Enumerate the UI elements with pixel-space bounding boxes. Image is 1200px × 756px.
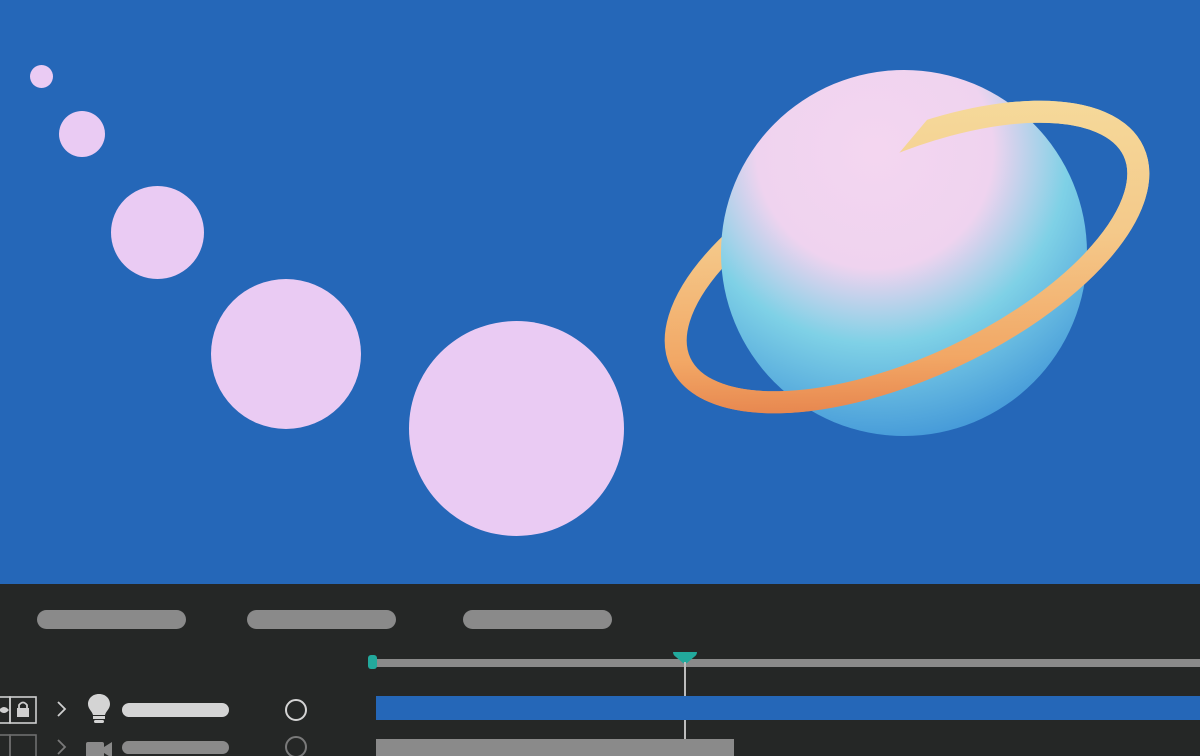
dot-4[interactable] <box>211 279 361 429</box>
layer-1-name[interactable] <box>122 703 229 717</box>
work-area-start-handle[interactable] <box>368 655 377 669</box>
timeline-panel <box>0 584 1200 756</box>
layer-1-bar[interactable] <box>376 696 1200 720</box>
unlocked-icon[interactable] <box>9 734 37 756</box>
dot-2[interactable] <box>59 111 105 157</box>
dot-1[interactable] <box>30 65 53 88</box>
layer-2-bar[interactable] <box>376 739 734 756</box>
dot-3[interactable] <box>111 186 204 279</box>
eye-icon[interactable] <box>0 696 11 724</box>
time-ruler[interactable] <box>370 659 1200 667</box>
layer-2-name[interactable] <box>122 741 229 754</box>
layer-1-expand-chevron-icon[interactable] <box>54 699 68 719</box>
layer-1-parent-pickwhip[interactable] <box>285 699 307 721</box>
layer-2-expand-chevron-icon[interactable] <box>54 737 68 756</box>
layer-2-parent-pickwhip[interactable] <box>285 736 307 756</box>
composition-canvas[interactable] <box>0 0 1200 584</box>
camera-icon <box>86 742 112 756</box>
panel-tab-3[interactable] <box>463 610 612 629</box>
light-bulb-icon <box>88 694 110 723</box>
eye-off-icon[interactable] <box>0 734 11 756</box>
layer-2-switches <box>0 734 37 756</box>
app-window <box>0 0 1200 756</box>
panel-tab-1[interactable] <box>37 610 186 629</box>
panel-tab-2[interactable] <box>247 610 396 629</box>
dot-5[interactable] <box>409 321 624 536</box>
ringed-planet[interactable] <box>650 60 1170 460</box>
layer-1-switches <box>0 696 37 724</box>
lock-icon[interactable] <box>9 696 37 724</box>
